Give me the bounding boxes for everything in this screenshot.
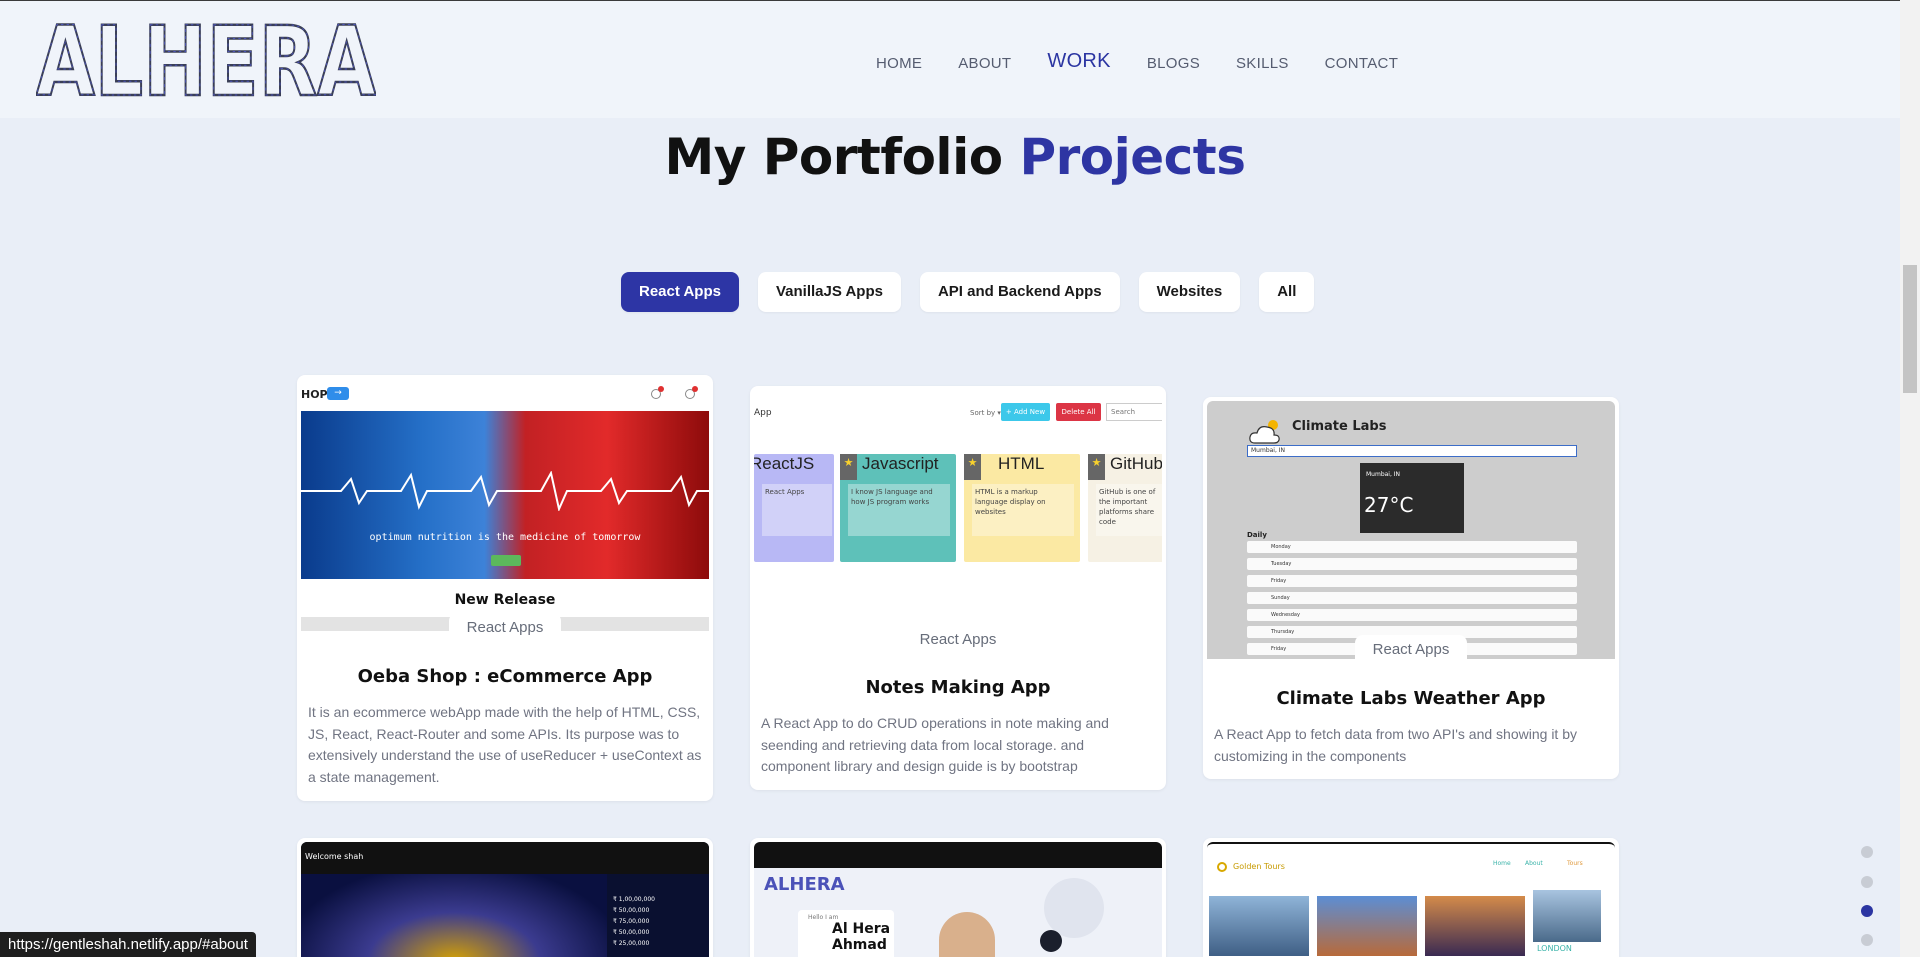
scrollbar-thumb[interactable] (1903, 265, 1917, 393)
notification-dot (658, 386, 664, 392)
project-description: A React App to do CRUD operations in not… (761, 715, 1109, 774)
project-thumbnail[interactable]: App Sort by ▾ + Add New Delete All Searc… (754, 390, 1162, 620)
note-github: ★ GitHub GitHub is one of the important … (1088, 454, 1162, 562)
city-label: LONDON (1537, 944, 1572, 953)
quiz-stage (301, 874, 607, 957)
note-reactjs: ReactJS React Apps (754, 454, 834, 562)
star-icon: ★ (840, 454, 857, 480)
filter-vanillajs-apps[interactable]: VanillaJS Apps (757, 272, 901, 312)
portfolio-logo: ALHERA (764, 874, 845, 895)
forecast-row: Monday (1247, 541, 1577, 553)
notes-app-label: App (754, 408, 772, 418)
page-title: My Portfolio Projects (0, 128, 1910, 186)
project-title: Notes Making App (865, 677, 1051, 698)
project-card-notes-app[interactable]: App Sort by ▾ + Add New Delete All Searc… (750, 386, 1166, 790)
notes-search: Search (1106, 403, 1162, 421)
heartbeat-line (301, 471, 709, 511)
city-select: Mumbai, IN (1247, 445, 1577, 457)
nav-contact[interactable]: CONTACT (1325, 54, 1398, 74)
prize-ladder: ₹ 1,00,00,000 ₹ 50,00,000 ₹ 75,00,000 ₹ … (607, 874, 709, 957)
forecast-row: Friday (1247, 575, 1577, 587)
add-note-button: + Add New (1001, 403, 1050, 421)
project-description: A React App to fetch data from two API's… (1214, 726, 1577, 764)
alhera-logo[interactable]: ALHERA ALHERA (36, 21, 376, 99)
current-weather-box: Mumbai, IN 27°C (1360, 463, 1464, 533)
hero-button (491, 555, 521, 566)
project-card-portfolio[interactable]: ALHERA Hello I am Al Hera Ahmad (750, 838, 1166, 957)
tour-nav-about: About (1525, 860, 1543, 867)
project-thumbnail[interactable]: Golden Tours Home About Tours LONDON (1207, 842, 1615, 957)
forecast-row: Tuesday (1247, 558, 1577, 570)
section-dot-blogs[interactable] (1861, 934, 1873, 946)
notification-dot (692, 386, 698, 392)
link-status-bar: https://gentleshah.netlify.app/#about (0, 932, 256, 957)
note-html: ★ HTML HTML is a markup language display… (964, 454, 1080, 562)
star-icon: ★ (964, 454, 981, 480)
project-filters: React Apps VanillaJS Apps API and Backen… (621, 272, 1333, 312)
project-category: React Apps (750, 625, 1166, 654)
shop-navbar: HOP → (301, 379, 709, 411)
project-card-quiz-app[interactable]: Welcome shah ₹ 1,00,00,000 ₹ 50,00,000 ₹… (297, 838, 713, 957)
project-category: React Apps (297, 613, 713, 642)
cloud-sun-icon (1249, 420, 1280, 444)
section-dot-work[interactable] (1861, 905, 1873, 917)
project-title: Climate Labs Weather App (1276, 688, 1546, 709)
filter-react-apps[interactable]: React Apps (621, 272, 739, 312)
nav-blogs[interactable]: BLOGS (1147, 54, 1200, 74)
filter-api-backend-apps[interactable]: API and Backend Apps (919, 272, 1120, 312)
arrow-icon: → (327, 387, 349, 400)
notes-toolbar: App Sort by ▾ + Add New Delete All Searc… (754, 390, 1162, 430)
project-card-oeba-shop[interactable]: HOP → optimum nutrition is the medicine … (297, 375, 713, 801)
project-card-golden-tours[interactable]: Golden Tours Home About Tours LONDON (1203, 838, 1619, 957)
golden-tours-brand: Golden Tours (1233, 862, 1285, 871)
city-photo (1317, 896, 1417, 956)
main-nav: HOME ABOUT WORK BLOGS SKILLS CONTACT (876, 51, 1434, 74)
hello-card: Hello I am Al Hera Ahmad (798, 910, 894, 957)
title-part-2: Projects (1019, 128, 1246, 186)
nav-work[interactable]: WORK (1047, 51, 1110, 74)
note-javascript: ★ Javascript I know JS language and how … (840, 454, 956, 562)
decor-circle (1044, 878, 1104, 938)
weather-app-title: Climate Labs (1292, 419, 1387, 434)
svg-text:ALHERA: ALHERA (36, 21, 376, 99)
shop-brand: HOP (301, 388, 328, 401)
hero-tagline: optimum nutrition is the medicine of tom… (369, 532, 641, 543)
project-thumbnail[interactable]: HOP → optimum nutrition is the medicine … (301, 379, 709, 644)
scrollbar-track[interactable] (1900, 0, 1920, 957)
portfolio-topbar (754, 842, 1162, 868)
golden-tours-logo-icon (1217, 862, 1227, 872)
project-thumbnail[interactable]: Welcome shah ₹ 1,00,00,000 ₹ 50,00,000 ₹… (301, 842, 709, 957)
nav-home[interactable]: HOME (876, 54, 922, 74)
section-dot-about[interactable] (1861, 876, 1873, 888)
quiz-header: Welcome shah (301, 842, 709, 874)
title-part-1: My Portfolio (664, 128, 1020, 186)
daily-label: Daily (1247, 531, 1267, 539)
nav-skills[interactable]: SKILLS (1236, 54, 1289, 74)
project-thumbnail[interactable]: Climate Labs Mumbai, IN Mumbai, IN 27°C … (1207, 401, 1615, 659)
section-dot-home[interactable] (1861, 846, 1873, 858)
project-category: React Apps (1203, 635, 1619, 664)
forecast-row: Sunday (1247, 592, 1577, 604)
new-release-heading: New Release (454, 592, 556, 608)
shop-hero-banner: optimum nutrition is the medicine of tom… (301, 411, 709, 579)
filter-websites[interactable]: Websites (1138, 272, 1241, 312)
react-icon (1040, 930, 1062, 952)
star-icon: ★ (1088, 454, 1105, 480)
site-header: ALHERA ALHERA HOME ABOUT WORK BLOGS SKIL… (0, 0, 1920, 118)
project-card-climate-labs[interactable]: Climate Labs Mumbai, IN Mumbai, IN 27°C … (1203, 397, 1619, 779)
filter-all[interactable]: All (1259, 272, 1315, 312)
city-photo (1209, 896, 1309, 956)
project-thumbnail[interactable]: ALHERA Hello I am Al Hera Ahmad (754, 842, 1162, 957)
tour-nav-home: Home (1493, 860, 1511, 867)
sort-dropdown: Sort by ▾ (970, 409, 1001, 417)
nav-about[interactable]: ABOUT (958, 54, 1011, 74)
tour-nav-tours: Tours (1567, 860, 1583, 867)
city-photo (1425, 896, 1525, 956)
avatar (939, 912, 995, 957)
project-description: It is an ecommerce webApp made with the … (308, 704, 702, 785)
city-photo (1533, 890, 1601, 942)
project-title: Oeba Shop : eCommerce App (357, 666, 653, 687)
delete-all-button: Delete All (1056, 403, 1101, 421)
forecast-row: Wednesday (1247, 609, 1577, 621)
